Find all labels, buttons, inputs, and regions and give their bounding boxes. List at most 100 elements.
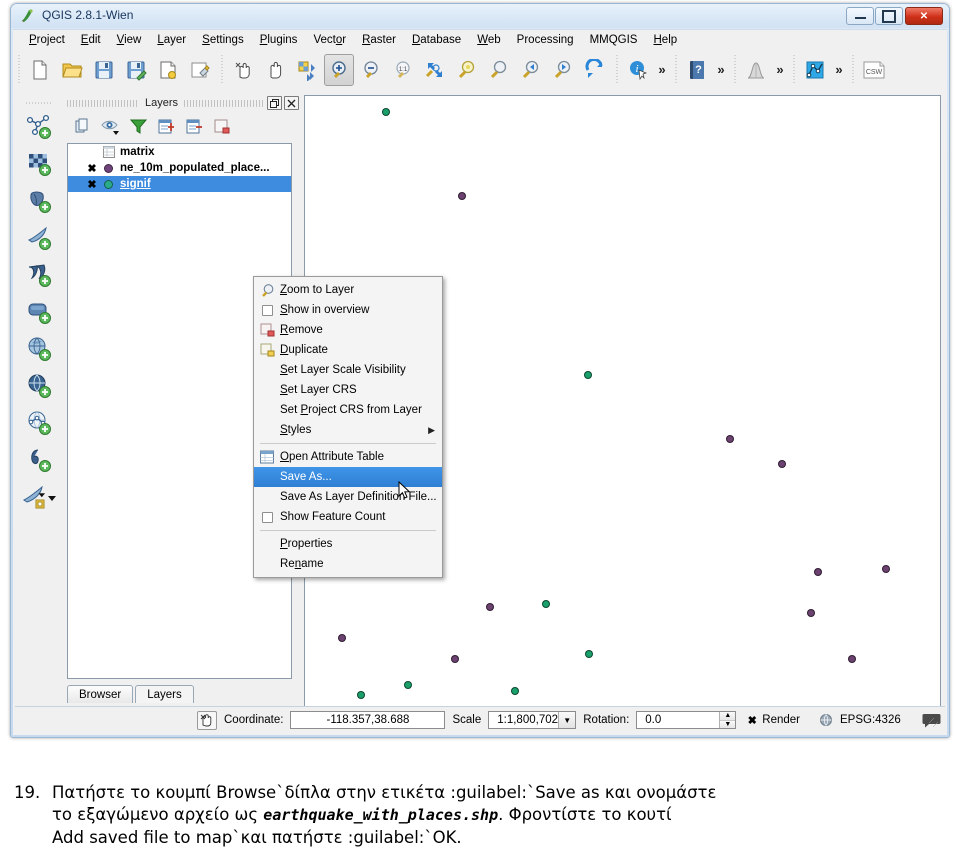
stepper-up-icon[interactable]: ▲ bbox=[720, 712, 736, 721]
csw-catalog-icon[interactable]: CSW bbox=[859, 54, 889, 86]
context-menu-item-remove[interactable]: Remove bbox=[254, 320, 442, 340]
context-menu-item-zoom-to-layer[interactable]: Zoom to Layer bbox=[254, 280, 442, 300]
collapse-all-icon[interactable] bbox=[185, 117, 204, 136]
context-menu-item-open-attribute-table[interactable]: Open Attribute Table bbox=[254, 447, 442, 467]
window-resize-grip[interactable] bbox=[929, 718, 942, 731]
menu-item-settings[interactable]: Settings bbox=[194, 32, 252, 48]
zoom-actual-size-icon[interactable]: 1:1 bbox=[388, 54, 418, 86]
context-menu-item-set-layer-crs[interactable]: Set Layer CRS bbox=[254, 380, 442, 400]
menu-item-project[interactable]: Project bbox=[21, 32, 73, 48]
menu-item-mmqgis[interactable]: MMQGIS bbox=[582, 32, 646, 48]
add-mssql-layer-icon[interactable] bbox=[22, 256, 56, 293]
refresh-icon[interactable] bbox=[580, 54, 610, 86]
toolbar-overflow-button[interactable]: » bbox=[772, 55, 788, 85]
remove-layer-icon[interactable] bbox=[213, 117, 232, 136]
coordinate-capture-icon[interactable] bbox=[197, 710, 217, 730]
touch-zoom-icon[interactable] bbox=[228, 54, 258, 86]
context-menu-item-save-as[interactable]: Save As... bbox=[254, 467, 442, 487]
add-vector-layer-icon[interactable] bbox=[22, 108, 56, 145]
layer-visibility-checkbox[interactable]: ✖ bbox=[86, 178, 98, 191]
spatial-query-icon[interactable] bbox=[800, 54, 830, 86]
filter-legend-icon[interactable] bbox=[129, 117, 148, 136]
layers-panel-titlebar[interactable]: Layers bbox=[67, 95, 299, 111]
panel-tab-layers[interactable]: Layers bbox=[135, 685, 194, 703]
identify-features-icon[interactable]: i bbox=[623, 54, 653, 86]
add-group-icon[interactable] bbox=[73, 117, 92, 136]
layer-tree-item[interactable]: matrix bbox=[68, 144, 291, 160]
undock-icon[interactable] bbox=[267, 96, 282, 110]
pan-map-icon[interactable] bbox=[260, 54, 290, 86]
toolbar-overflow-button[interactable]: » bbox=[713, 55, 729, 85]
minimize-button[interactable] bbox=[846, 7, 874, 25]
panel-tab-browser[interactable]: Browser bbox=[67, 685, 134, 703]
crs-status[interactable]: EPSG:4326 bbox=[819, 713, 908, 727]
new-print-composer-icon[interactable] bbox=[153, 54, 183, 86]
add-wfs-layer-icon[interactable] bbox=[22, 404, 56, 441]
menu-item-web[interactable]: Web bbox=[469, 32, 508, 48]
context-menu-item-save-as-layer-definition-file[interactable]: Save As Layer Definition File... bbox=[254, 487, 442, 507]
zoom-in-icon[interactable] bbox=[324, 53, 354, 86]
layer-tree-item[interactable]: ✖ ne_10m_populated_place... bbox=[68, 160, 291, 176]
histogram-icon[interactable] bbox=[741, 54, 771, 86]
context-menu-item-properties[interactable]: Properties bbox=[254, 534, 442, 554]
context-menu-item-styles[interactable]: Styles ▶ bbox=[254, 420, 442, 440]
menu-item-edit[interactable]: Edit bbox=[73, 32, 109, 48]
add-delimited-text-layer-icon[interactable] bbox=[22, 441, 56, 478]
zoom-layer-icon[interactable] bbox=[484, 54, 514, 86]
add-wcs-layer-icon[interactable] bbox=[22, 367, 56, 404]
checkbox-unchecked-icon[interactable] bbox=[258, 302, 276, 318]
checkbox-unchecked-icon[interactable] bbox=[258, 509, 276, 525]
new-shapefile-layer-icon[interactable] bbox=[22, 478, 56, 515]
maximize-button[interactable] bbox=[875, 7, 903, 25]
stepper-down-icon[interactable]: ▼ bbox=[720, 720, 736, 728]
add-postgis-layer-icon[interactable] bbox=[22, 182, 56, 219]
zoom-next-icon[interactable] bbox=[548, 54, 578, 86]
zoom-selection-icon[interactable] bbox=[452, 54, 482, 86]
close-button[interactable]: ✕ bbox=[905, 7, 943, 25]
menu-item-help[interactable]: Help bbox=[645, 32, 685, 48]
toolbar-grip[interactable] bbox=[15, 54, 22, 85]
open-project-icon[interactable] bbox=[57, 54, 87, 86]
scale-combo[interactable]: 1:1,800,702 ▼ bbox=[488, 711, 577, 729]
layer-context-menu[interactable]: Zoom to Layer Show in overview Remove Dupli… bbox=[253, 276, 443, 578]
menu-item-processing[interactable]: Processing bbox=[509, 32, 582, 48]
help-contents-icon[interactable]: ? bbox=[682, 54, 712, 86]
zoom-out-icon[interactable] bbox=[356, 54, 386, 86]
add-raster-layer-icon[interactable] bbox=[22, 145, 56, 182]
context-menu-item-show-feature-count[interactable]: Show Feature Count bbox=[254, 507, 442, 527]
composer-manager-icon[interactable] bbox=[185, 54, 215, 86]
zoom-full-icon[interactable] bbox=[420, 54, 450, 86]
left-toolbar-grip[interactable] bbox=[26, 99, 52, 106]
close-icon[interactable] bbox=[284, 96, 299, 110]
layer-tree-item[interactable]: ✖ signif bbox=[68, 176, 291, 192]
pan-to-selection-icon[interactable] bbox=[292, 54, 322, 86]
save-project-as-icon[interactable] bbox=[121, 54, 151, 86]
toolbar-overflow-button[interactable]: » bbox=[831, 55, 847, 85]
add-wms-layer-icon[interactable] bbox=[22, 330, 56, 367]
context-menu-item-rename[interactable]: Rename bbox=[254, 554, 442, 574]
rotation-stepper[interactable]: ▲ ▼ bbox=[719, 712, 736, 728]
manage-layer-visibility-icon[interactable] bbox=[101, 117, 120, 136]
save-project-icon[interactable] bbox=[89, 54, 119, 86]
menu-item-layer[interactable]: Layer bbox=[149, 32, 194, 48]
menu-item-vector[interactable]: Vector bbox=[305, 32, 354, 48]
coordinate-input[interactable]: -118.357,38.688 bbox=[290, 711, 446, 729]
rotation-spinner[interactable]: 0.0 ▲ ▼ bbox=[636, 711, 737, 729]
menu-item-raster[interactable]: Raster bbox=[354, 32, 404, 48]
context-menu-item-set-layer-scale-visibility[interactable]: Set Layer Scale Visibility bbox=[254, 360, 442, 380]
zoom-last-icon[interactable] bbox=[516, 54, 546, 86]
chevron-down-icon[interactable]: ▼ bbox=[558, 712, 576, 728]
render-checkbox[interactable]: ✖ bbox=[746, 714, 758, 727]
toolbar-overflow-button[interactable]: » bbox=[654, 55, 670, 85]
menu-item-view[interactable]: View bbox=[109, 32, 150, 48]
add-oracle-layer-icon[interactable] bbox=[22, 293, 56, 330]
context-menu-item-duplicate[interactable]: Duplicate bbox=[254, 340, 442, 360]
layer-visibility-checkbox[interactable]: ✖ bbox=[86, 162, 98, 175]
layer-visibility-checkbox[interactable] bbox=[86, 146, 98, 158]
menu-item-plugins[interactable]: Plugins bbox=[252, 32, 306, 48]
new-project-icon[interactable] bbox=[25, 54, 55, 86]
context-menu-item-show-in-overview[interactable]: Show in overview bbox=[254, 300, 442, 320]
menu-item-database[interactable]: Database bbox=[404, 32, 469, 48]
context-menu-item-set-project-crs-from-layer[interactable]: Set Project CRS from Layer bbox=[254, 400, 442, 420]
add-spatialite-layer-icon[interactable] bbox=[22, 219, 56, 256]
